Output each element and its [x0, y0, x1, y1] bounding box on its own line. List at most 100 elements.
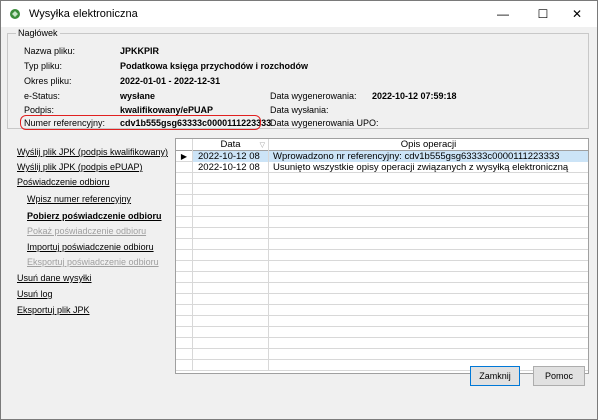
window: Wysyłka elektroniczna — ☐ ✕ Nagłówek Naz… — [0, 0, 598, 420]
date-cell: 2022-10-12 08 — [193, 162, 269, 173]
description-cell — [269, 217, 588, 228]
date-cell — [193, 250, 269, 261]
table-row[interactable] — [176, 195, 588, 206]
row-indicator — [176, 206, 193, 217]
row-indicator — [176, 195, 193, 206]
date-cell — [193, 338, 269, 349]
table-row[interactable] — [176, 316, 588, 327]
export-receipt-link[interactable]: Eksportuj poświadczenie odbioru — [27, 257, 159, 267]
app-icon — [10, 9, 20, 19]
title-bar: Wysyłka elektroniczna — ☐ ✕ — [1, 1, 597, 27]
description-cell — [269, 294, 588, 305]
date-cell — [193, 272, 269, 283]
header-group: Nagłówek Nazwa pliku: JPKKPIR Typ pliku:… — [7, 28, 589, 130]
table-row[interactable] — [176, 228, 588, 239]
import-receipt-link[interactable]: Importuj poświadczenie odbioru — [27, 242, 154, 252]
table-row[interactable] — [176, 294, 588, 305]
send-epuap-link[interactable]: Wyślij plik JPK (podpis ePUAP) — [17, 162, 142, 172]
dialog-content: Nagłówek Nazwa pliku: JPKKPIR Typ pliku:… — [1, 27, 597, 419]
show-receipt-link[interactable]: Pokaż poświadczenie odbioru — [27, 226, 146, 236]
description-cell — [269, 349, 588, 360]
download-receipt-link[interactable]: Pobierz poświadczenie odbioru — [27, 211, 162, 221]
row-indicator — [176, 327, 193, 338]
row-indicator — [176, 217, 193, 228]
table-row[interactable] — [176, 283, 588, 294]
close-icon[interactable]: ✕ — [557, 1, 597, 27]
help-button[interactable]: Pomoc — [533, 366, 585, 386]
date-cell — [193, 261, 269, 272]
table-row[interactable] — [176, 217, 588, 228]
description-cell — [269, 239, 588, 250]
description-cell — [269, 327, 588, 338]
status-label: e-Status: — [24, 91, 61, 101]
row-indicator — [176, 173, 193, 184]
file-type-label: Typ pliku: — [24, 61, 63, 71]
signature-label: Podpis: — [24, 105, 55, 115]
table-row[interactable] — [176, 206, 588, 217]
period-label: Okres pliku: — [24, 76, 72, 86]
row-indicator — [176, 162, 193, 173]
description-cell — [269, 283, 588, 294]
date-cell — [193, 173, 269, 184]
close-button[interactable]: Zamknij — [470, 366, 520, 386]
table-row[interactable] — [176, 305, 588, 316]
file-type-value: Podatkowa księga przychodów i rozchodów — [120, 61, 309, 71]
date-cell — [193, 217, 269, 228]
description-cell — [269, 338, 588, 349]
table-row[interactable]: ▶ 2022-10-12 08 Wprowadzono nr referencyjn… — [176, 151, 588, 162]
table-row[interactable] — [176, 250, 588, 261]
enter-ref-number-link[interactable]: Wpisz numer referencyjny — [27, 194, 131, 204]
signature-value: kwalifikowany/ePUAP — [120, 105, 214, 115]
status-value: wysłane — [120, 91, 156, 101]
row-indicator — [176, 261, 193, 272]
date-cell — [193, 360, 269, 371]
description-cell — [269, 184, 588, 195]
file-name-label: Nazwa pliku: — [24, 46, 76, 56]
table-row[interactable] — [176, 349, 588, 360]
table-row[interactable] — [176, 173, 588, 184]
column-header-desc[interactable]: Opis operacji — [269, 139, 588, 151]
description-cell: Wprowadzono nr referencyjny: cdv1b555gsg… — [269, 151, 588, 162]
description-cell — [269, 272, 588, 283]
table-row[interactable] — [176, 327, 588, 338]
date-cell — [193, 283, 269, 294]
generated-label: Data wygenerowania: — [270, 91, 357, 101]
table-row[interactable] — [176, 338, 588, 349]
table-row[interactable]: 2022-10-12 08 Usunięto wszystkie opisy op… — [176, 162, 588, 173]
description-cell — [269, 206, 588, 217]
table-row[interactable] — [176, 239, 588, 250]
date-cell — [193, 206, 269, 217]
send-qualified-link[interactable]: Wyślij plik JPK (podpis kwalifikowany) — [17, 147, 168, 157]
minimize-icon[interactable]: — — [483, 1, 523, 27]
delete-log-link[interactable]: Usuń log — [17, 289, 53, 299]
row-indicator — [176, 272, 193, 283]
receipt-section-link[interactable]: Poświadczenie odbioru — [17, 177, 110, 187]
row-indicator — [176, 338, 193, 349]
date-cell — [193, 294, 269, 305]
row-indicator — [176, 349, 193, 360]
date-cell — [193, 349, 269, 360]
date-cell — [193, 305, 269, 316]
table-row[interactable] — [176, 184, 588, 195]
table-row[interactable] — [176, 272, 588, 283]
description-cell — [269, 228, 588, 239]
row-indicator — [176, 360, 193, 371]
generated-value: 2022-10-12 07:59:18 — [372, 91, 457, 101]
delete-send-data-link[interactable]: Usuń dane wysyłki — [17, 273, 92, 283]
sent-label: Data wysłania: — [270, 105, 329, 115]
date-cell — [193, 316, 269, 327]
date-cell — [193, 228, 269, 239]
table-row[interactable] — [176, 360, 588, 371]
column-header-date[interactable]: Data ▽ — [193, 139, 269, 151]
date-cell — [193, 239, 269, 250]
date-cell — [193, 327, 269, 338]
row-indicator — [176, 305, 193, 316]
row-indicator — [176, 250, 193, 261]
export-jpk-link[interactable]: Eksportuj plik JPK — [17, 305, 90, 315]
description-cell — [269, 250, 588, 261]
operations-grid[interactable]: Data ▽ Opis operacji ▶ 2022-10-12 08 Wprow… — [175, 138, 589, 374]
row-indicator — [176, 184, 193, 195]
table-row[interactable] — [176, 261, 588, 272]
file-name-value: JPKKPIR — [120, 46, 160, 56]
row-indicator — [176, 316, 193, 327]
